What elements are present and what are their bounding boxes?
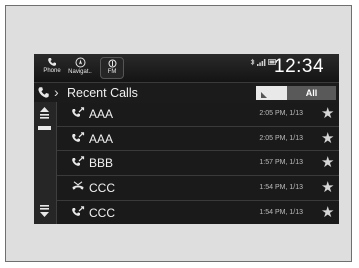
navigation-button-label: Navigat.. <box>68 69 92 75</box>
caller-name: CCC <box>89 205 115 220</box>
phone-screen: Phone Navigat.. FM 12:34 › Recent Calls … <box>34 54 339 224</box>
call-time: 1:54 PM, 1/13 <box>259 208 303 216</box>
page-title: Recent Calls <box>67 86 138 100</box>
navigation-button[interactable]: Navigat.. <box>66 56 94 80</box>
star-icon[interactable]: ★ <box>321 153 334 171</box>
star-icon[interactable]: ★ <box>321 129 334 147</box>
list-item[interactable]: AAA 2:05 PM, 1/13 ★ <box>57 102 339 127</box>
phone-icon <box>48 58 56 66</box>
star-icon[interactable]: ★ <box>321 203 334 221</box>
list-item[interactable]: AAA 2:05 PM, 1/13 ★ <box>57 127 339 152</box>
outgoing-call-icon <box>72 205 85 216</box>
outgoing-call-icon <box>72 131 85 142</box>
compass-icon <box>75 57 85 68</box>
radio-icon <box>108 59 116 68</box>
scrollbar[interactable] <box>34 102 57 224</box>
star-icon[interactable]: ★ <box>321 104 334 122</box>
recent-calls-list: AAA 2:05 PM, 1/13 ★ AAA 2:05 PM, 1/13 ★ … <box>57 102 339 224</box>
figure-frame: Phone Navigat.. FM 12:34 › Recent Calls … <box>5 5 352 262</box>
call-filter-toggle[interactable]: All <box>256 86 336 100</box>
phone-button-label: Phone <box>43 68 61 74</box>
phone-button[interactable]: Phone <box>38 56 66 80</box>
list-item[interactable]: CCC 1:54 PM, 1/13 ★ <box>57 176 339 201</box>
call-time: 1:57 PM, 1/13 <box>259 159 303 167</box>
fm-button-label: FM <box>107 69 117 75</box>
outgoing-call-icon <box>72 107 85 117</box>
call-time: 1:54 PM, 1/13 <box>259 184 303 192</box>
caller-name: AAA <box>89 107 114 121</box>
call-time: 2:05 PM, 1/13 <box>259 134 303 142</box>
bluetooth-icon <box>250 58 255 66</box>
corner-arrow-icon <box>261 92 267 98</box>
star-icon[interactable]: ★ <box>321 178 334 196</box>
chevron-right-icon: › <box>54 84 59 100</box>
scroll-up-icon[interactable] <box>39 106 50 120</box>
clock: 12:34 <box>274 56 325 77</box>
caller-name: AAA <box>89 131 114 146</box>
scroll-thumb[interactable] <box>38 126 51 130</box>
missed-call-icon <box>72 181 84 190</box>
list-item[interactable]: BBB 1:57 PM, 1/13 ★ <box>57 151 339 177</box>
recent-calls-header: › Recent Calls All <box>34 82 339 103</box>
scroll-down-icon[interactable] <box>39 204 50 218</box>
caller-name: BBB <box>89 156 114 171</box>
list-item[interactable]: CCC 1:54 PM, 1/13 ★ <box>57 201 339 224</box>
caller-name: CCC <box>89 181 115 196</box>
top-status-bar: Phone Navigat.. FM 12:34 <box>34 54 339 82</box>
signal-icon <box>257 58 266 66</box>
fm-button[interactable]: FM <box>100 57 124 79</box>
filter-all-button[interactable]: All <box>287 86 336 100</box>
phone-icon[interactable] <box>37 86 50 99</box>
call-time: 2:05 PM, 1/13 <box>259 110 303 117</box>
outgoing-call-icon <box>72 156 85 167</box>
